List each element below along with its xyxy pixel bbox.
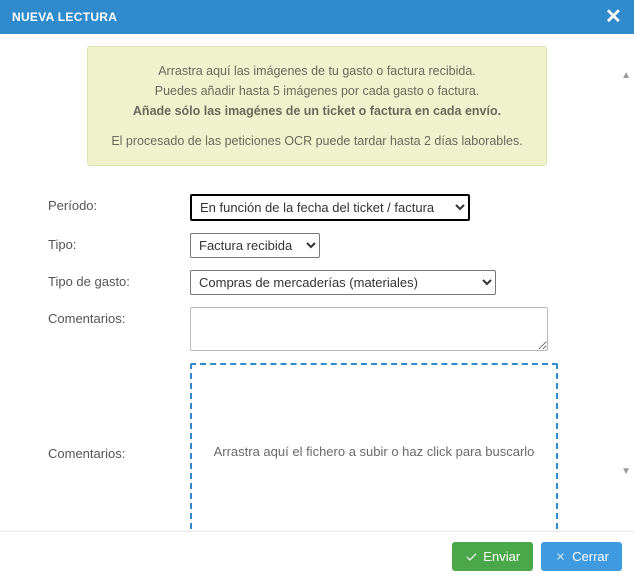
dropzone-text: Arrastra aquí el fichero a subir o haz c… — [214, 444, 535, 459]
cerrar-button[interactable]: Cerrar — [541, 542, 622, 571]
nueva-lectura-dialog: NUEVA LECTURA ✕ ▲ Arrastra aquí las imág… — [0, 0, 634, 581]
notice-line: El procesado de las peticiones OCR puede… — [108, 131, 526, 151]
dialog-footer: Enviar Cerrar — [0, 531, 634, 581]
scroll-up-icon[interactable]: ▲ — [621, 70, 631, 81]
select-tipo-gasto[interactable]: Compras de mercaderías (materiales) — [190, 270, 496, 295]
label-periodo: Período: — [48, 194, 190, 213]
scroll-down-icon[interactable]: ▼ — [621, 466, 631, 477]
dialog-header: NUEVA LECTURA ✕ — [0, 0, 634, 34]
enviar-button[interactable]: Enviar — [452, 542, 533, 571]
row-dropzone: Comentarios: Arrastra aquí el fichero a … — [16, 363, 618, 531]
cerrar-label: Cerrar — [572, 549, 609, 564]
label-comentarios: Comentarios: — [48, 307, 190, 326]
select-periodo[interactable]: En función de la fecha del ticket / fact… — [190, 194, 470, 221]
check-icon — [465, 550, 478, 563]
notice-line: Arrastra aquí las imágenes de tu gasto o… — [108, 61, 526, 81]
enviar-label: Enviar — [483, 549, 520, 564]
dialog-title: NUEVA LECTURA — [12, 10, 117, 24]
label-tipo: Tipo: — [48, 233, 190, 252]
x-icon — [554, 550, 567, 563]
label-tipo-gasto: Tipo de gasto: — [48, 270, 190, 289]
select-tipo[interactable]: Factura recibida — [190, 233, 320, 258]
row-comentarios: Comentarios: — [16, 307, 618, 351]
close-icon[interactable]: ✕ — [605, 8, 622, 26]
row-tipo-gasto: Tipo de gasto: Compras de mercaderías (m… — [16, 270, 618, 295]
info-notice: Arrastra aquí las imágenes de tu gasto o… — [87, 46, 547, 166]
row-tipo: Tipo: Factura recibida — [16, 233, 618, 258]
dialog-body: ▲ Arrastra aquí las imágenes de tu gasto… — [0, 34, 634, 531]
notice-line-bold: Añade sólo las imagénes de un ticket o f… — [108, 101, 526, 121]
notice-line: Puedes añadir hasta 5 imágenes por cada … — [108, 81, 526, 101]
file-dropzone[interactable]: Arrastra aquí el fichero a subir o haz c… — [190, 363, 558, 531]
textarea-comentarios[interactable] — [190, 307, 548, 351]
label-comentarios-2: Comentarios: — [48, 442, 190, 461]
row-periodo: Período: En función de la fecha del tick… — [16, 194, 618, 221]
